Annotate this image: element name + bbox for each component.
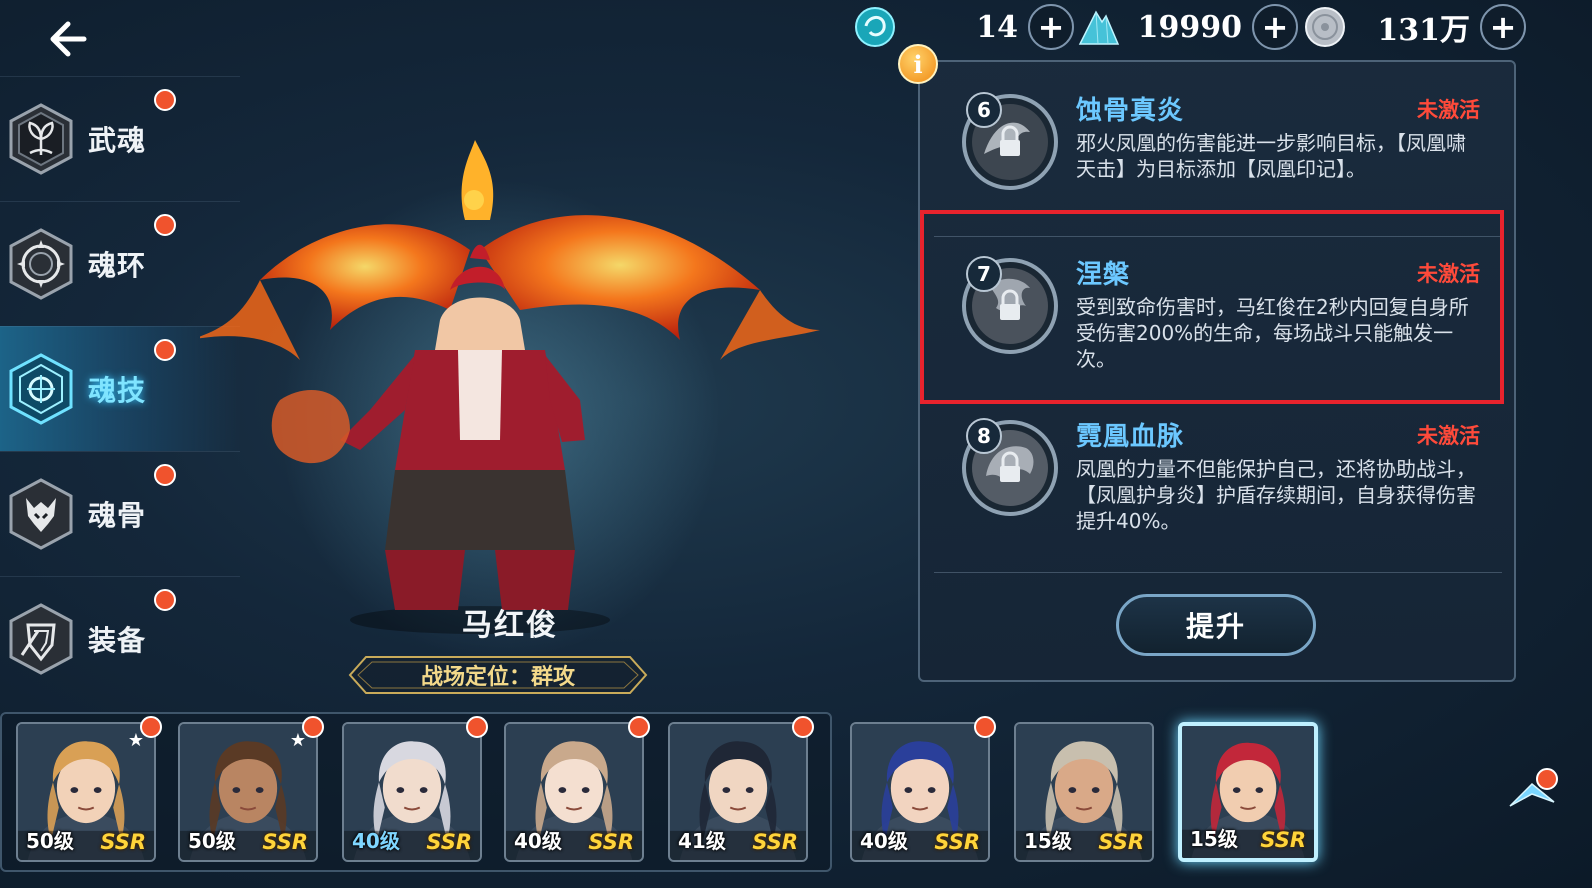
currency-value: 19990 [1137, 9, 1242, 45]
currency-silver: 131万 + [1302, 4, 1526, 50]
hero-card[interactable]: 40级 SSR [850, 722, 990, 862]
hero-rarity: SSR [262, 830, 308, 854]
notification-dot [792, 716, 814, 738]
hero-card[interactable]: 15级 SSR [1014, 722, 1154, 862]
hero-rarity: SSR [1098, 830, 1144, 854]
hero-card[interactable]: ★ 50级 SSR [178, 722, 318, 862]
character-name: 马红俊 [462, 608, 558, 643]
hero-card[interactable]: ★ 50级 SSR [16, 722, 156, 862]
skill-item-6[interactable]: 6 蚀骨真炎 未激活 邪火凤凰的伤害能进一步影响目标，【凤凰啸天击】为目标添加【… [940, 80, 1500, 220]
crystal-pile-icon [1078, 10, 1120, 45]
notification-dot [154, 464, 176, 486]
skill-number: 8 [966, 418, 1002, 454]
hero-card[interactable]: 40级 SSR [342, 722, 482, 862]
sprout-emblem-icon [9, 103, 73, 175]
game-screen: 武魂 魂环 魂技 魂骨 装备 马红俊 战场定位：群攻 14 + 19990 + … [0, 0, 1592, 888]
silver-coin-icon [1305, 7, 1345, 47]
hero-rarity: SSR [1260, 828, 1306, 852]
skill-description: 邪火凤凰的伤害能进一步影响目标，【凤凰啸天击】为目标添加【凤凰印记】。 [1076, 131, 1466, 181]
skill-number: 6 [966, 92, 1002, 128]
hero-rarity: SSR [752, 830, 798, 854]
notification-dot [140, 716, 162, 738]
notification-dot [154, 89, 176, 111]
soul-orb-icon [855, 7, 895, 47]
skill-number: 7 [966, 256, 1002, 292]
skill-item-8[interactable]: 8 霓凰血脉 未激活 凤凰的力量不但能保护自己，还将协助战斗，【凤凰护身炎】护盾… [940, 406, 1500, 556]
notification-dot [302, 716, 324, 738]
back-arrow-icon[interactable] [44, 14, 98, 64]
notification-dot [466, 716, 488, 738]
skill-emblem-icon [9, 353, 73, 425]
add-soul-orb-button[interactable]: + [1028, 4, 1074, 50]
skill-description: 受到致命伤害时，马红俊在2秒内回复自身所受伤害200%的生命，每场战斗只能触发一… [1076, 295, 1469, 371]
hero-level: 41级 [678, 829, 726, 853]
hero-rarity: SSR [426, 830, 472, 854]
notification-dot [154, 339, 176, 361]
nav-label: 装备 [88, 624, 147, 657]
divider [934, 236, 1502, 237]
hero-card[interactable]: 15级 SSR [1178, 722, 1318, 862]
armor-emblem-icon [9, 603, 73, 675]
hero-card[interactable]: 40级 SSR [504, 722, 644, 862]
nav-label: 魂环 [88, 249, 147, 282]
hero-level: 15级 [1190, 827, 1238, 851]
skill-status: 未激活 [1417, 424, 1480, 448]
notification-dot [154, 214, 176, 236]
role-label: 战场定位：群攻 [420, 665, 575, 690]
character-model[interactable] [200, 140, 820, 680]
hero-rarity: SSR [100, 830, 146, 854]
hero-rarity: SSR [588, 830, 634, 854]
hero-level: 40级 [860, 829, 908, 853]
add-crystal-button[interactable]: + [1252, 4, 1298, 50]
notification-dot [1536, 768, 1558, 790]
notification-dot [154, 589, 176, 611]
skill-name: 蚀骨真炎 [1076, 96, 1185, 126]
role-badge: 战场定位：群攻 [348, 655, 648, 695]
hero-level: 50级 [188, 829, 236, 853]
skill-name: 涅槃 [1076, 260, 1131, 290]
hero-card[interactable]: 41级 SSR [668, 722, 808, 862]
skill-panel: 6 蚀骨真炎 未激活 邪火凤凰的伤害能进一步影响目标，【凤凰啸天击】为目标添加【… [918, 60, 1516, 682]
skill-description: 凤凰的力量不但能保护自己，还将协助战斗，【凤凰护身炎】护盾存续期间，自身获得伤害… [1076, 457, 1476, 533]
bone-emblem-icon [9, 478, 73, 550]
ring-emblem-icon [9, 228, 73, 300]
info-icon[interactable]: i [898, 44, 938, 84]
add-silver-button[interactable]: + [1480, 4, 1526, 50]
hero-level: 15级 [1024, 829, 1072, 853]
hero-rarity: SSR [934, 830, 980, 854]
currency-crystal: 19990 + [1076, 4, 1298, 50]
currency-value: 131万 [1377, 13, 1470, 48]
hero-level: 40级 [352, 829, 400, 853]
skill-status: 未激活 [1417, 262, 1480, 286]
upgrade-button[interactable]: 提升 [1116, 594, 1316, 656]
skill-item-7[interactable]: 7 涅槃 未激活 受到致命伤害时，马红俊在2秒内回复自身所受伤害200%的生命，… [940, 242, 1500, 392]
skill-status: 未激活 [1417, 98, 1480, 122]
notification-dot [628, 716, 650, 738]
notification-dot [974, 716, 996, 738]
currency-value: 14 [976, 9, 1018, 45]
nav-label: 武魂 [88, 124, 147, 157]
nav-label: 魂骨 [88, 499, 147, 532]
nav-label: 魂技 [88, 374, 147, 407]
skill-name: 霓凰血脉 [1076, 422, 1185, 452]
hero-level: 50级 [26, 829, 74, 853]
currency-soul-orb: 14 + [852, 4, 1074, 50]
hero-level: 40级 [514, 829, 562, 853]
divider [934, 572, 1502, 573]
